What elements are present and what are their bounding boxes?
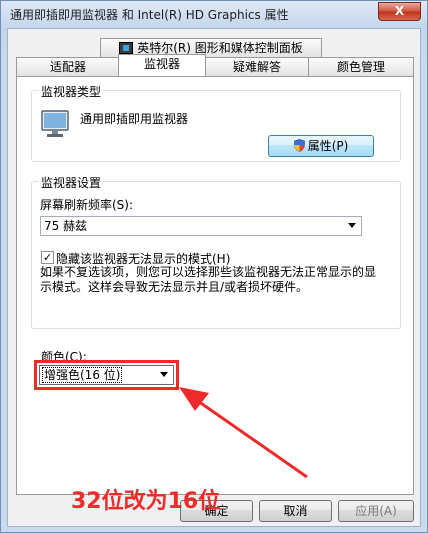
monitor-name: 通用即插即用监视器 (80, 112, 189, 126)
properties-button[interactable]: 属性(P) (268, 135, 374, 157)
tab-adapter-label: 适配器 (49, 60, 86, 74)
monitor-tab-panel: 监视器类型 通用即插即用监视器 属性(P) 监视器设置 屏幕刷新频率(S): 7… (16, 76, 414, 514)
refresh-rate-value: 75 赫兹 (44, 219, 88, 233)
tab-adapter[interactable]: 适配器 (16, 57, 120, 76)
tab-troubleshoot-label: 疑难解答 (232, 60, 281, 74)
annotation-text: 32位改为16位 (71, 489, 221, 514)
refresh-rate-label: 屏幕刷新频率(S): (40, 198, 134, 212)
hide-modes-description: 如果不复选该项，则您可以选择那些该监视器无法正常显示的显示模式。这样会导致无法显… (40, 265, 377, 294)
colors-dropdown[interactable]: 增强色(16 位) (39, 365, 174, 385)
tab-troubleshoot[interactable]: 疑难解答 (204, 57, 310, 76)
refresh-rate-dropdown[interactable]: 75 赫兹 (40, 216, 362, 236)
colors-value: 增强色(16 位) (41, 367, 123, 383)
annotation-arrow (179, 387, 308, 479)
cancel-button-label: 取消 (283, 504, 308, 518)
cancel-button[interactable]: 取消 (259, 500, 332, 522)
dialog-client: 英特尔(R) 图形和媒体控制面板 适配器 监视器 疑难解答 颜色管理 监视器类型 (7, 28, 421, 527)
tab-monitor-label: 监视器 (143, 57, 180, 71)
hide-modes-checkbox[interactable]: ✓ (41, 251, 54, 264)
tab-intel-graphics-label: 英特尔(R) 图形和媒体控制面板 (137, 41, 303, 55)
monitor-settings-group: 监视器设置 屏幕刷新频率(S): 75 赫兹 ✓ 隐藏该监视器无法显示的模式(H… (31, 174, 401, 329)
close-button[interactable]: X (378, 2, 421, 21)
intel-graphics-icon (119, 42, 134, 54)
uac-shield-icon (293, 139, 305, 152)
apply-button-label: 应用(A) (355, 504, 397, 518)
apply-button[interactable]: 应用(A) (338, 500, 414, 522)
window-title: 通用即插即用监视器 和 Intel(R) HD Graphics 属性 (10, 8, 289, 22)
tab-color-management-label: 颜色管理 (336, 60, 385, 74)
properties-button-label: 属性(P) (307, 139, 349, 153)
monitor-settings-group-title: 监视器设置 (39, 174, 104, 191)
properties-window: 通用即插即用监视器 和 Intel(R) HD Graphics 属性 X 英特… (0, 0, 428, 533)
tab-color-management[interactable]: 颜色管理 (308, 57, 414, 76)
chevron-down-icon (348, 223, 356, 228)
title-bar[interactable]: 通用即插即用监视器 和 Intel(R) HD Graphics 属性 X (1, 1, 427, 27)
tab-monitor[interactable]: 监视器 (118, 54, 206, 76)
monitor-type-group: 监视器类型 通用即插即用监视器 属性(P) (31, 83, 401, 162)
monitor-type-group-title: 监视器类型 (39, 83, 104, 100)
monitor-icon (41, 110, 69, 137)
